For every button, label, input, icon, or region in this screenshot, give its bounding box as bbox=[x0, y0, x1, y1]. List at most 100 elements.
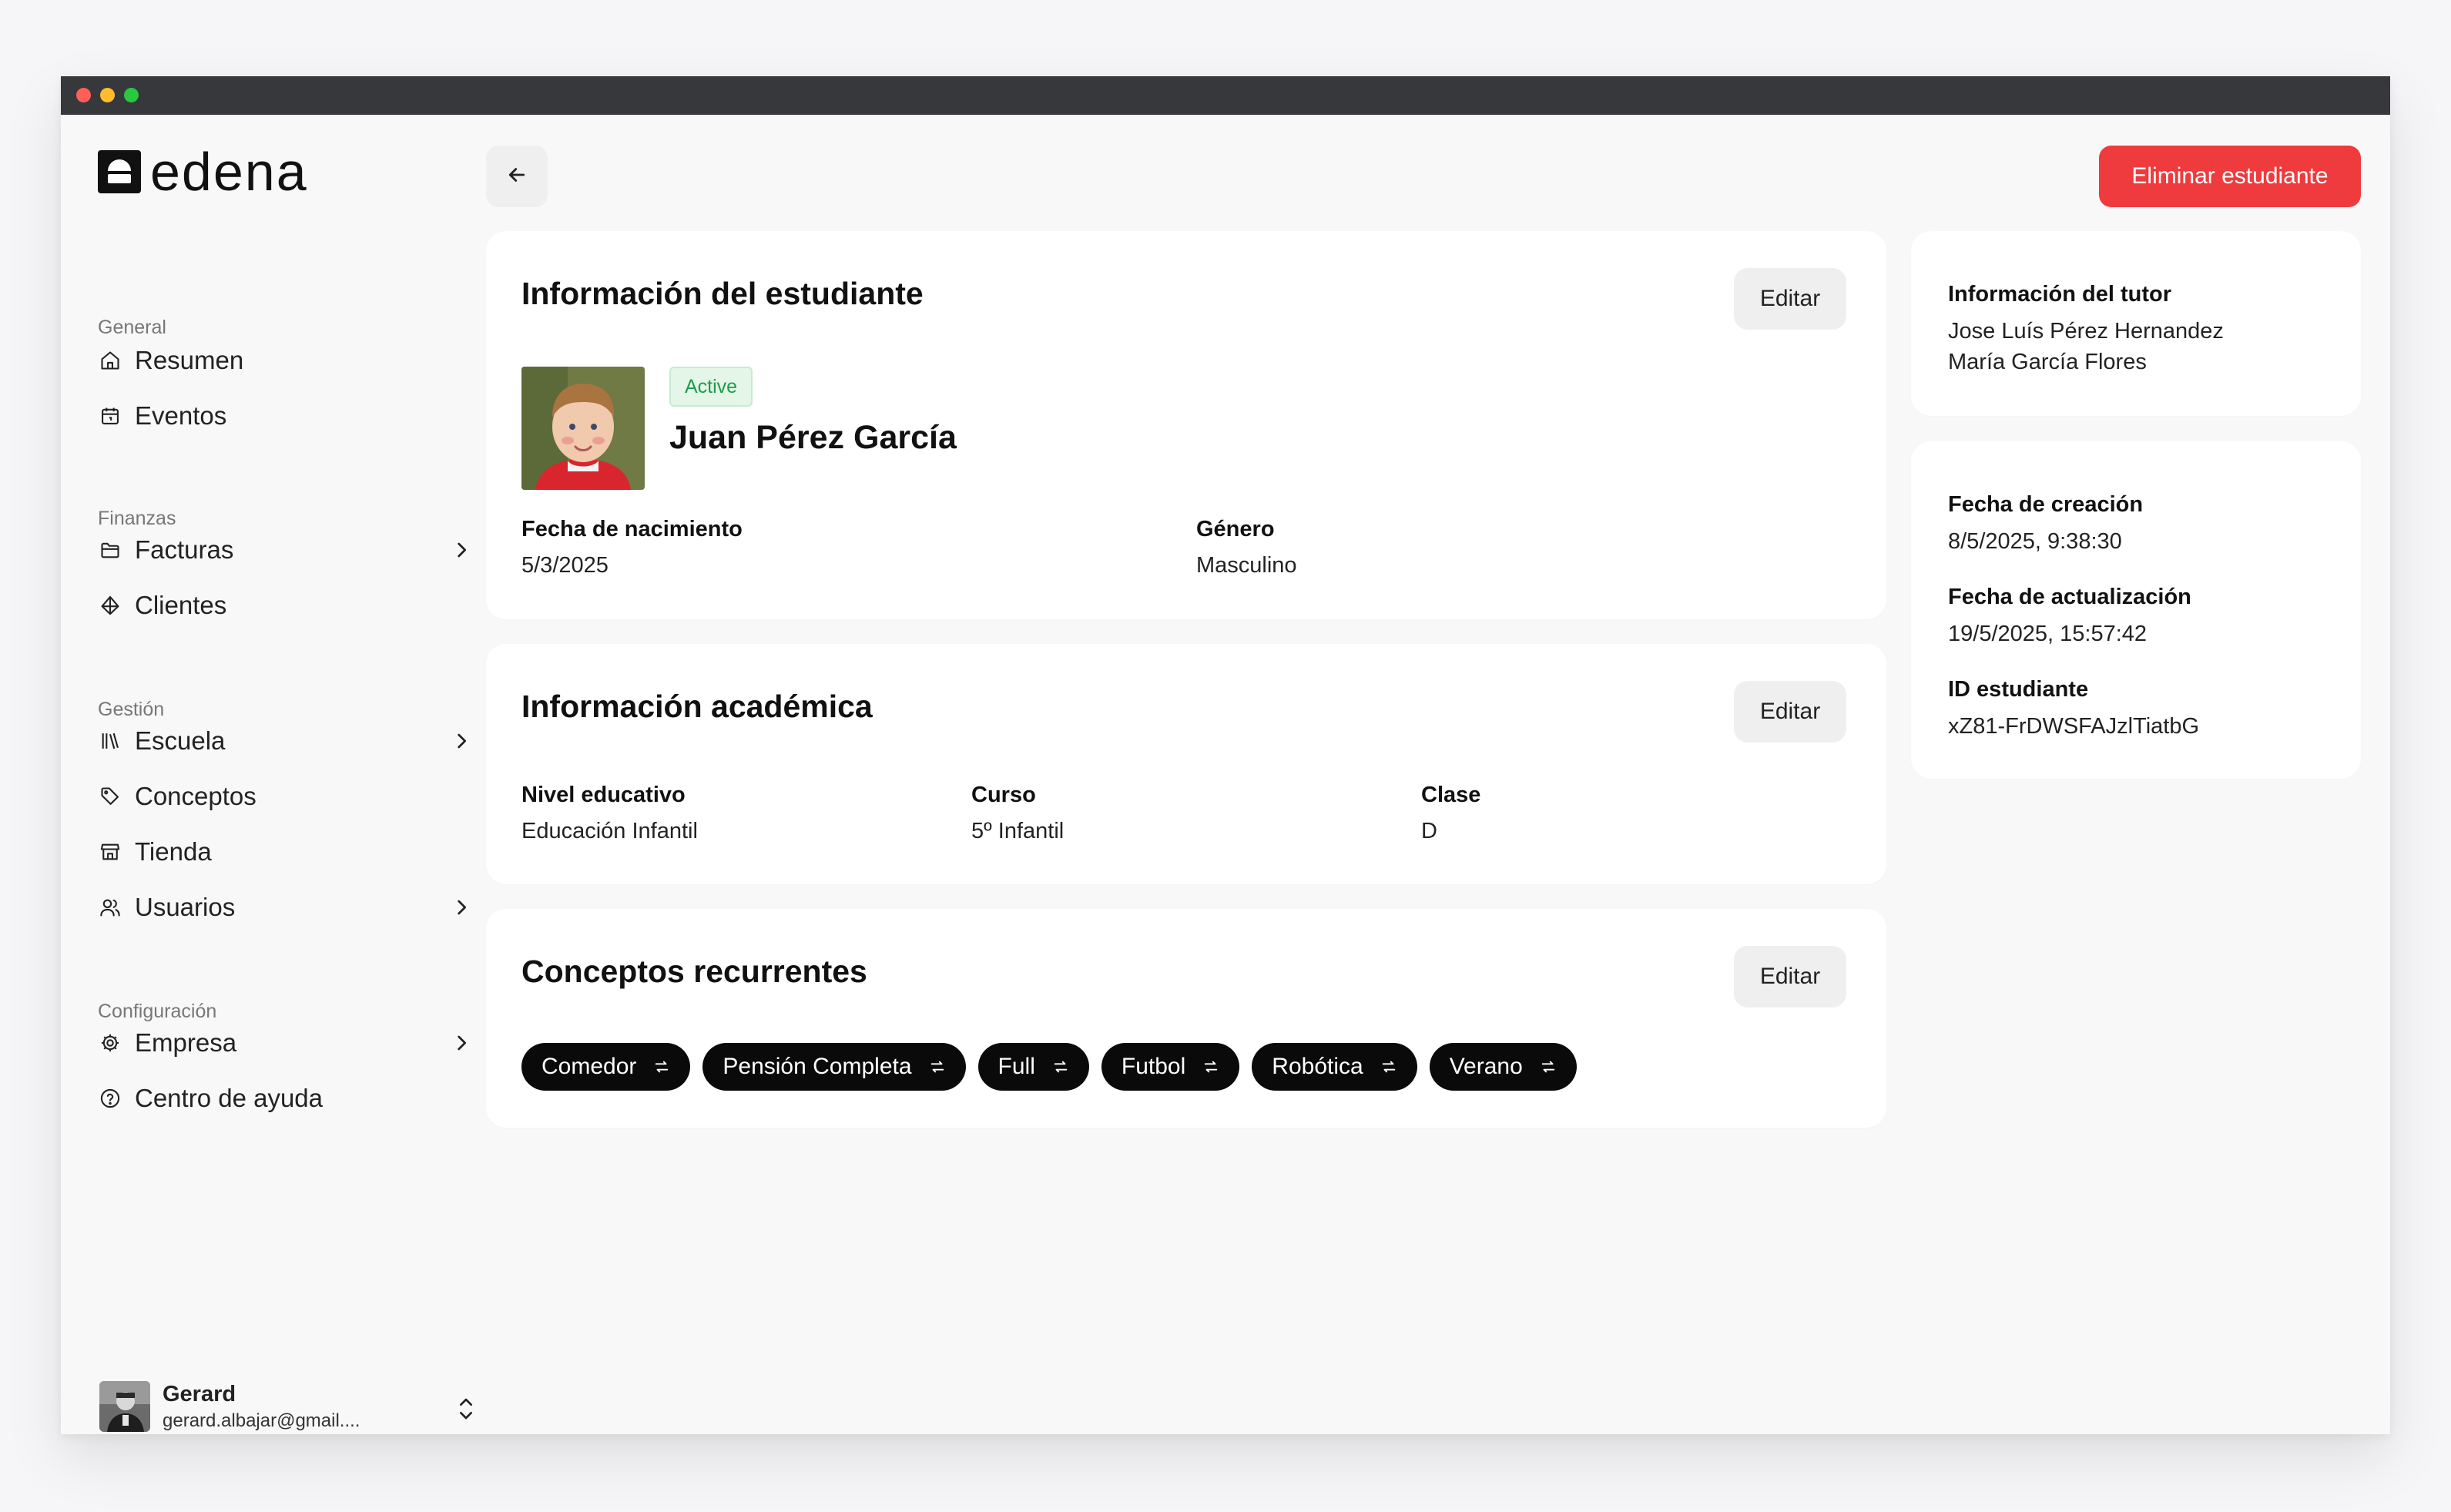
tutor-name: Jose Luís Pérez Hernandez bbox=[1948, 319, 2224, 344]
sidebar-item-label: Facturas bbox=[135, 535, 234, 564]
avatar bbox=[99, 1381, 150, 1432]
chevrons-up-down-icon[interactable] bbox=[454, 1393, 478, 1424]
chip-label: Robótica bbox=[1272, 1054, 1363, 1079]
arrow-left-icon bbox=[505, 163, 528, 190]
store-icon bbox=[98, 840, 122, 864]
help-circle-icon bbox=[98, 1086, 122, 1111]
gender-label: Género bbox=[1196, 517, 1275, 541]
concept-chip-verano[interactable]: Verano bbox=[1429, 1043, 1577, 1091]
sidebar-item-tienda[interactable]: Tienda bbox=[98, 829, 483, 875]
user-name: Gerard bbox=[163, 1381, 236, 1406]
concept-chip-full[interactable]: Full bbox=[977, 1043, 1089, 1091]
chip-label: Comedor bbox=[542, 1054, 637, 1079]
diamond-icon bbox=[98, 593, 122, 618]
logo-text: edena bbox=[150, 142, 308, 202]
folder-icon bbox=[98, 538, 122, 562]
class-label: Clase bbox=[1421, 783, 1481, 807]
sidebar-item-clientes[interactable]: Clientes bbox=[98, 582, 483, 629]
gender-value: Masculino bbox=[1196, 553, 1297, 578]
course-value: 5º Infantil bbox=[971, 819, 1065, 843]
sidebar-item-label: Resumen bbox=[135, 346, 244, 374]
student-id-label: ID estudiante bbox=[1948, 677, 2089, 702]
sidebar-item-label: Eventos bbox=[135, 401, 227, 430]
chip-label: Pensión Completa bbox=[723, 1054, 912, 1079]
chevron-right-icon bbox=[449, 1031, 474, 1055]
created-date-label: Fecha de creación bbox=[1948, 492, 2144, 517]
sidebar-item-conceptos[interactable]: Conceptos bbox=[98, 773, 483, 820]
concept-chip-futbol[interactable]: Futbol bbox=[1101, 1043, 1240, 1091]
repeat-icon bbox=[1540, 1058, 1558, 1076]
repeat-icon bbox=[1052, 1058, 1071, 1076]
academic-info-title: Información académica bbox=[521, 689, 873, 724]
course-label: Curso bbox=[971, 783, 1036, 807]
sidebar-item-resumen[interactable]: Resumen bbox=[98, 337, 483, 384]
sidebar-item-facturas[interactable]: Facturas bbox=[98, 527, 483, 573]
student-name: Juan Pérez García bbox=[669, 419, 957, 456]
tutor-info-title: Información del tutor bbox=[1948, 282, 2171, 307]
sidebar-item-label: Usuarios bbox=[135, 893, 236, 921]
student-info-title: Información del estudiante bbox=[521, 276, 924, 311]
updated-date-label: Fecha de actualización bbox=[1948, 585, 2191, 609]
chip-label: Verano bbox=[1449, 1054, 1523, 1079]
class-value: D bbox=[1421, 819, 1437, 843]
concept-chips: Comedor Pensión Completa Full Futbol Rob… bbox=[521, 1043, 1577, 1091]
status-badge: Active bbox=[669, 367, 753, 407]
sidebar-item-label: Tienda bbox=[135, 837, 212, 866]
edena-logo-icon bbox=[98, 150, 141, 193]
tutor-info-card: Información del tutor Jose Luís Pérez He… bbox=[1911, 231, 2361, 416]
library-icon bbox=[98, 729, 122, 753]
birth-date-label: Fecha de nacimiento bbox=[521, 517, 743, 541]
concept-chip-robotica[interactable]: Robótica bbox=[1252, 1043, 1417, 1091]
tag-icon bbox=[98, 784, 122, 809]
logo[interactable]: edena bbox=[98, 142, 308, 202]
gear-icon bbox=[98, 1031, 122, 1055]
concept-chip-pension-completa[interactable]: Pensión Completa bbox=[702, 1043, 966, 1091]
sidebar-item-usuarios[interactable]: Usuarios bbox=[98, 884, 483, 930]
chevron-right-icon bbox=[449, 895, 474, 920]
app-window: edena General Resumen Eventos Finanzas F… bbox=[61, 76, 2390, 1434]
edit-concepts-button[interactable]: Editar bbox=[1734, 946, 1846, 1007]
sidebar-item-eventos[interactable]: Eventos bbox=[98, 393, 483, 439]
maximize-window-button[interactable] bbox=[124, 88, 139, 102]
chip-label: Futbol bbox=[1121, 1054, 1186, 1079]
recurring-concepts-title: Conceptos recurrentes bbox=[521, 954, 867, 989]
section-label-general: General bbox=[98, 317, 166, 338]
delete-student-button[interactable]: Eliminar estudiante bbox=[2099, 146, 2361, 207]
birth-date-value: 5/3/2025 bbox=[521, 553, 609, 578]
sidebar-item-label: Escuela bbox=[135, 726, 226, 755]
repeat-icon bbox=[929, 1058, 947, 1076]
user-menu[interactable]: Gerard gerard.albajar@gmail.... bbox=[99, 1380, 484, 1433]
minimize-window-button[interactable] bbox=[100, 88, 115, 102]
chevron-right-icon bbox=[449, 538, 474, 562]
edit-academic-button[interactable]: Editar bbox=[1734, 681, 1846, 743]
student-id-value: xZ81-FrDWSFAJzlTiatbG bbox=[1948, 714, 2200, 739]
recurring-concepts-card: Conceptos recurrentes Editar Comedor Pen… bbox=[486, 909, 1886, 1128]
repeat-icon bbox=[1202, 1058, 1221, 1076]
created-date-value: 8/5/2025, 9:38:30 bbox=[1948, 529, 2122, 554]
repeat-icon bbox=[1380, 1058, 1399, 1076]
close-window-button[interactable] bbox=[76, 88, 91, 102]
student-info-card: Información del estudiante Editar Active… bbox=[486, 231, 1886, 619]
sidebar-item-label: Conceptos bbox=[135, 782, 256, 810]
window-titlebar bbox=[61, 76, 2390, 115]
user-email: gerard.albajar@gmail.... bbox=[163, 1410, 360, 1431]
sidebar-item-centro-de-ayuda[interactable]: Centro de ayuda bbox=[98, 1075, 483, 1121]
repeat-icon bbox=[653, 1058, 672, 1076]
tutor-name: María García Flores bbox=[1948, 350, 2147, 374]
edit-student-button[interactable]: Editar bbox=[1734, 268, 1846, 330]
academic-info-card: Información académica Editar Nivel educa… bbox=[486, 644, 1886, 884]
student-photo bbox=[521, 367, 645, 490]
back-button[interactable] bbox=[486, 146, 548, 207]
sidebar-item-escuela[interactable]: Escuela bbox=[98, 718, 483, 764]
concept-chip-comedor[interactable]: Comedor bbox=[521, 1043, 691, 1091]
home-icon bbox=[98, 348, 122, 373]
sidebar-item-label: Clientes bbox=[135, 591, 227, 619]
updated-date-value: 19/5/2025, 15:57:42 bbox=[1948, 622, 2148, 646]
chip-label: Full bbox=[998, 1054, 1035, 1079]
sidebar-item-empresa[interactable]: Empresa bbox=[98, 1020, 483, 1066]
level-label: Nivel educativo bbox=[521, 783, 686, 807]
sidebar: edena General Resumen Eventos Finanzas F… bbox=[61, 115, 477, 1434]
sidebar-item-label: Centro de ayuda bbox=[135, 1084, 324, 1112]
chevron-right-icon bbox=[449, 729, 474, 753]
users-icon bbox=[98, 895, 122, 920]
